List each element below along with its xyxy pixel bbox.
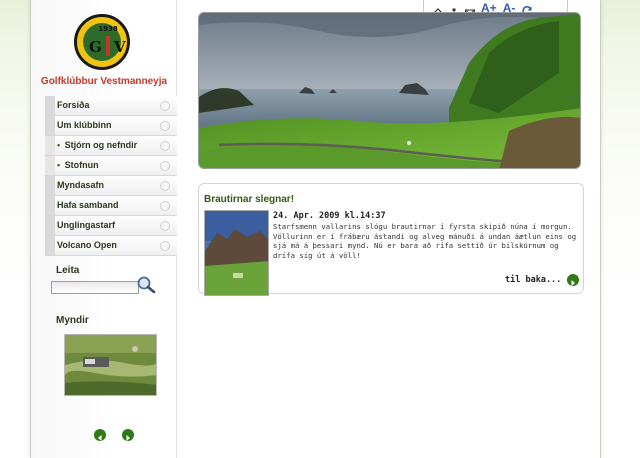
search-label: Leita — [56, 265, 80, 276]
nav-item-forsida[interactable]: Forsíða — [45, 96, 177, 116]
logo-emblem: 1938 G V — [74, 14, 130, 70]
club-name: Golfklúbbur Vestmanneyja — [40, 76, 168, 87]
club-logo[interactable]: 1938 G V Golfklúbbur Vestmanneyja — [31, 6, 177, 96]
nav-item-label: Um klúbbinn — [57, 120, 112, 130]
nav-item-hafa-samband[interactable]: Hafa samband — [45, 196, 177, 216]
logo-letter-g: G — [89, 38, 102, 56]
nav-item-myndasafn[interactable]: Myndasafn — [45, 176, 177, 196]
flag-icon — [106, 36, 110, 56]
news-title: Brautirnar slegnar! — [204, 194, 295, 205]
nav-item-stjorn-og-nefndir[interactable]: • Stjórn og nefndir — [45, 136, 177, 156]
back-arrow-button[interactable] — [567, 274, 579, 286]
gallery-thumbnail[interactable] — [64, 334, 157, 396]
circle-icon — [160, 141, 170, 151]
bullet-icon: • — [57, 160, 61, 170]
next-image-button[interactable] — [122, 429, 134, 441]
nav-item-volcano-open[interactable]: Volcano Open — [45, 236, 177, 256]
nav-tab-marker — [45, 156, 55, 175]
nav-item-label: Unglingastarf — [57, 220, 116, 230]
nav-item-text: Stofnun — [64, 160, 99, 170]
circle-icon — [160, 161, 170, 171]
nav-tab-marker — [45, 96, 55, 115]
gallery-label: Myndir — [56, 315, 89, 326]
nav-item-label: Myndasafn — [57, 180, 105, 190]
nav-tab-marker — [45, 176, 55, 195]
main-nav: Forsíða Um klúbbinn • Stjórn og nefndir … — [45, 96, 177, 256]
search-button[interactable] — [135, 275, 157, 295]
page-frame: 1938 G V Golfklúbbur Vestmanneyja Forsíð… — [30, 0, 601, 458]
nav-tab-marker — [45, 236, 55, 255]
logo-year: 1938 — [98, 25, 118, 33]
news-image[interactable] — [204, 210, 269, 296]
nav-tab-marker — [45, 196, 55, 215]
nav-tab-marker — [45, 216, 55, 235]
logo-inner-disc: 1938 G V — [83, 23, 126, 61]
search-input[interactable] — [51, 281, 139, 294]
nav-item-label: Hafa samband — [57, 200, 119, 210]
logo-letter-v: V — [114, 38, 126, 56]
arrow-right-icon — [571, 280, 575, 286]
circle-icon — [160, 181, 170, 191]
prev-image-button[interactable] — [94, 429, 106, 441]
nav-item-label: • Stjórn og nefndir — [57, 140, 137, 150]
cliff-photo — [205, 211, 268, 295]
nav-item-text: Stjórn og nefndir — [64, 140, 138, 150]
circle-icon — [160, 101, 170, 111]
nav-item-label: Forsíða — [57, 100, 90, 110]
circle-icon — [160, 221, 170, 231]
back-link[interactable]: til baka... — [505, 275, 561, 285]
nav-item-unglingastarf[interactable]: Unglingastarf — [45, 216, 177, 236]
nav-item-stofnun[interactable]: • Stofnun — [45, 156, 177, 176]
news-article: Brautirnar slegnar! 24. Apr. 2009 kl.14:… — [198, 183, 584, 296]
circle-icon — [160, 201, 170, 211]
hero-image — [198, 12, 581, 169]
nav-tab-marker — [45, 136, 55, 155]
bullet-icon: • — [57, 140, 61, 150]
arrow-right-icon — [126, 435, 130, 441]
magnifier-icon — [137, 276, 156, 294]
coastline-photo — [199, 13, 580, 168]
nav-tab-marker — [45, 116, 55, 135]
news-body: Starfsmenn vallarins slógu brautirnar í … — [273, 222, 577, 260]
nav-item-label: • Stofnun — [57, 160, 99, 170]
course-aerial-image — [65, 335, 156, 395]
nav-item-um-klubbinn[interactable]: Um klúbbinn — [45, 116, 177, 136]
circle-icon — [160, 121, 170, 131]
arrow-left-icon — [98, 435, 102, 441]
news-date: 24. Apr. 2009 kl.14:37 — [273, 211, 386, 221]
nav-item-label: Volcano Open — [57, 240, 117, 250]
left-sidebar: 1938 G V Golfklúbbur Vestmanneyja Forsíð… — [31, 0, 177, 458]
circle-icon — [160, 241, 170, 251]
